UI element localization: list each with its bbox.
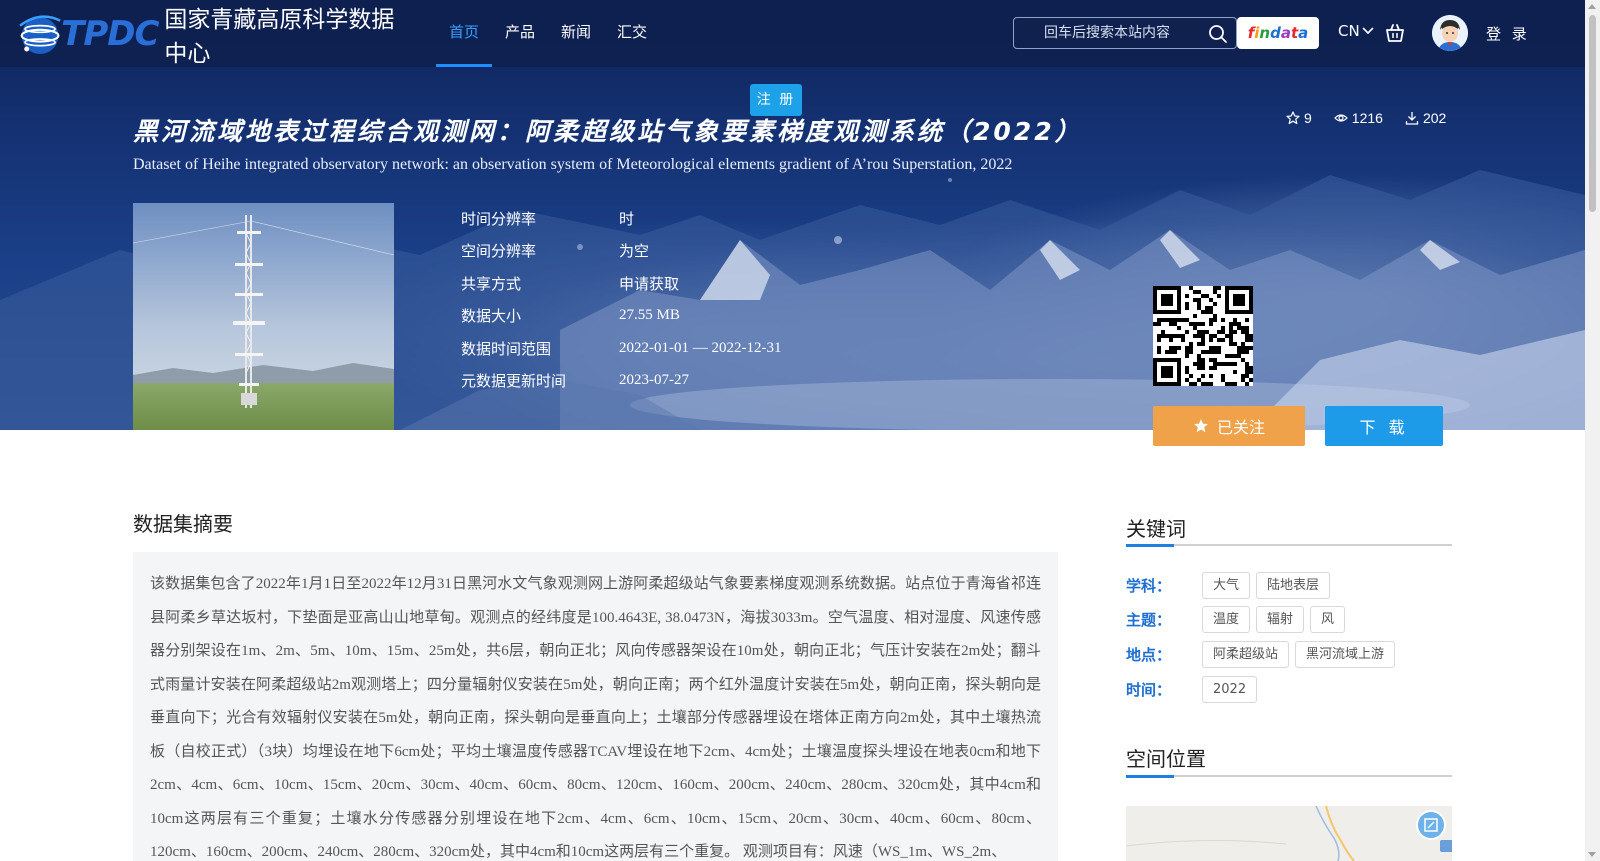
keyword-tags: 2022 — [1202, 676, 1258, 703]
language-label: CN — [1338, 22, 1360, 40]
dataset-metadata: 时间分辨率 时 空间分辨率 为空 共享方式 申请获取 数据大小 27.55 MB… — [461, 202, 781, 397]
dataset-stats: 9 1216 202 — [1286, 110, 1446, 126]
keyword-label: 主题： — [1126, 611, 1172, 629]
abstract-box: 该数据集包含了2022年1月1日至2022年12月31日黑河水文气象观测网上游阿… — [133, 552, 1058, 861]
keyword-tag[interactable]: 阿柔超级站 — [1202, 641, 1290, 668]
keyword-tag[interactable]: 黑河流域上游 — [1295, 641, 1396, 668]
avatar-icon — [1432, 15, 1468, 51]
dataset-title-cn: 黑河流域地表过程综合观测网：阿柔超级站气象要素梯度观测系统（2022） — [133, 117, 1083, 146]
login-link[interactable]: 登 录 — [1486, 23, 1530, 44]
meta-key: 空间分辨率 — [461, 242, 537, 261]
star-icon — [1194, 419, 1208, 433]
keyword-tag[interactable]: 陆地表层 — [1256, 572, 1331, 599]
keyword-tags: 大气 陆地表层 — [1202, 572, 1331, 599]
favorites-count: 9 — [1304, 110, 1312, 126]
meta-value: 申请获取 — [619, 276, 680, 293]
follow-button[interactable]: 已关注 — [1153, 406, 1305, 446]
chevron-down-icon — [1362, 27, 1374, 35]
meta-value: 2022-01-01 — 2022-12-31 — [619, 339, 782, 356]
language-switcher[interactable]: CN — [1338, 22, 1374, 40]
dataset-title-en: Dataset of Heihe integrated observatory … — [133, 156, 1013, 173]
keyword-label: 时间： — [1126, 681, 1172, 699]
nav-item-products[interactable]: 产品 — [492, 0, 548, 67]
meta-value: 为空 — [619, 244, 650, 261]
qr-code-image — [1153, 286, 1253, 386]
meta-row: 数据时间范围 2022-01-01 — 2022-12-31 — [461, 332, 781, 365]
findata-button[interactable]: findata — [1237, 17, 1319, 49]
search-box — [1013, 17, 1237, 49]
keyword-row-subject: 学科： 大气 陆地表层 — [1126, 572, 1331, 599]
user-avatar[interactable] — [1432, 15, 1468, 51]
search-input[interactable] — [1022, 18, 1202, 48]
downloads-stat: 202 — [1405, 110, 1446, 126]
main-menu: 首页 产品 新闻 汇交 — [436, 0, 660, 67]
keyword-tag[interactable]: 2022 — [1202, 676, 1258, 703]
meta-key: 时间分辨率 — [461, 209, 537, 228]
keyword-row-theme: 主题： 温度 辐射 风 — [1126, 606, 1346, 633]
location-divider — [1126, 775, 1452, 778]
keywords-title: 关键词 — [1126, 517, 1186, 541]
meta-row: 空间分辨率 为空 — [461, 235, 781, 268]
keyword-tag[interactable]: 辐射 — [1256, 606, 1305, 633]
keyword-row-place: 地点： 阿柔超级站 黑河流域上游 — [1126, 641, 1396, 668]
meta-key: 元数据更新时间 — [461, 372, 567, 391]
download-icon — [1405, 112, 1419, 125]
expand-icon — [1424, 818, 1438, 832]
search-icon[interactable] — [1208, 24, 1228, 44]
location-map[interactable] — [1126, 806, 1452, 861]
logo-letters: TPDC — [61, 14, 159, 54]
abstract-text: 该数据集包含了2022年1月1日至2022年12月31日黑河水文气象观测网上游阿… — [150, 576, 1041, 860]
nav-item-news[interactable]: 新闻 — [548, 0, 604, 67]
top-navbar: TPDC 国家青藏高原科学数据中心 首页 产品 新闻 汇交 findata CN — [0, 0, 1585, 67]
meta-row: 元数据更新时间 2023-07-27 — [461, 365, 781, 398]
keyword-label: 学科： — [1126, 577, 1172, 595]
keywords-divider — [1126, 544, 1452, 547]
views-count: 1216 — [1351, 110, 1383, 126]
keyword-label: 地点： — [1126, 646, 1172, 664]
scroll-down-arrow[interactable] — [1588, 852, 1596, 857]
cart-icon[interactable] — [1384, 22, 1406, 44]
keyword-tag[interactable]: 风 — [1310, 606, 1346, 633]
nav-item-home[interactable]: 首页 — [436, 0, 493, 67]
nav-item-submit[interactable]: 汇交 — [604, 0, 660, 67]
views-stat: 1216 — [1333, 110, 1383, 126]
keyword-tags: 阿柔超级站 黑河流域上游 — [1202, 641, 1396, 668]
keyword-row-time: 时间： 2022 — [1126, 676, 1258, 703]
downloads-count: 202 — [1422, 110, 1447, 126]
follow-label: 已关注 — [1216, 418, 1265, 437]
meta-key: 数据时间范围 — [461, 339, 552, 358]
meta-value: 27.55 MB — [619, 307, 680, 324]
keyword-tags: 温度 辐射 风 — [1202, 606, 1346, 633]
meta-row: 数据大小 27.55 MB — [461, 300, 781, 333]
eye-icon — [1333, 114, 1348, 122]
meta-row: 时间分辨率 时 — [461, 202, 781, 235]
meta-value: 2023-07-27 — [619, 372, 689, 389]
map-expand-button[interactable] — [1416, 810, 1446, 840]
download-button[interactable]: 下 载 — [1325, 406, 1443, 446]
meta-row: 共享方式 申请获取 — [461, 267, 781, 300]
qr-code — [1153, 286, 1253, 386]
keyword-tag[interactable]: 温度 — [1202, 606, 1251, 633]
meta-key: 共享方式 — [461, 274, 522, 293]
location-title: 空间位置 — [1126, 747, 1206, 771]
abstract-title: 数据集摘要 — [133, 512, 233, 536]
tower-photo — [133, 203, 394, 430]
globe-logo-icon — [19, 15, 61, 55]
meta-key: 数据大小 — [461, 307, 522, 326]
meta-value: 时 — [619, 211, 635, 228]
dataset-thumbnail — [133, 203, 394, 430]
star-outline-icon — [1286, 111, 1300, 125]
page-scrollbar[interactable] — [1585, 0, 1600, 861]
map-tiles — [1126, 806, 1452, 861]
site-logo[interactable]: TPDC 国家青藏高原科学数据中心 — [15, 4, 395, 67]
scroll-thumb[interactable] — [1589, 15, 1596, 212]
logo-site-name: 国家青藏高原科学数据中心 — [164, 7, 395, 67]
favorites-stat: 9 — [1286, 110, 1312, 126]
keyword-tag[interactable]: 大气 — [1202, 572, 1251, 599]
scroll-up-arrow[interactable] — [1588, 4, 1596, 9]
